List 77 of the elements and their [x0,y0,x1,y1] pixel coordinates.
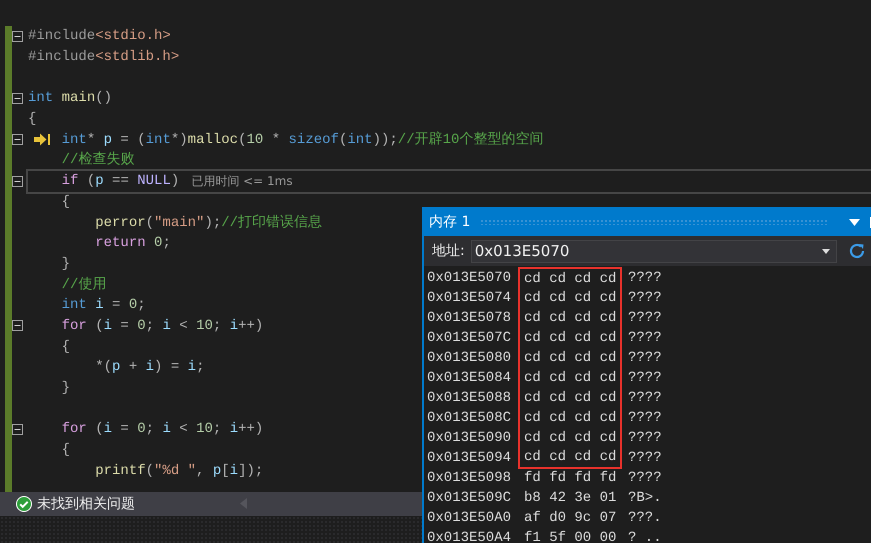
memory-bytes: cd cd cd cd [518,308,622,328]
code-line: return 0; [94,234,171,254]
memory-address: 0x013E5078 [426,310,512,326]
memory-bytes: cd cd cd cd [518,388,622,408]
memory-chars: ???? [628,350,662,366]
memory-chars: ???? [628,270,662,286]
memory-bytes: cd cd cd cd [518,288,622,308]
code-line: for (i = 0; i < 10; i++) [60,420,264,440]
memory-chars: ???? [628,390,662,406]
code-line: { [60,338,70,357]
code-line: for (i = 0; i < 10; i++) [60,316,264,336]
check-icon [16,496,32,512]
memory-address: 0x013E5074 [426,290,512,306]
code-line: } [60,254,70,274]
memory-address: 0x013E50A4 [426,530,512,543]
code-line: *(p + i) = i; [94,358,204,378]
memory-address: 0x013E5080 [426,350,512,366]
memory-bytes: f1 5f 00 00 [523,529,618,543]
perf-tip[interactable]: 已用时间 <= 1ms [191,172,293,190]
memory-chars: ???? [628,370,662,386]
code-line: int i = 0; [60,296,146,316]
code-line: perror("main");//打印错误信息 [94,214,322,233]
collapse-icon[interactable] [12,30,23,42]
memory-address: 0x013E50A0 [426,510,512,526]
code-line: { [60,192,70,212]
memory-bytes: cd cd cd cd [518,408,622,428]
window-title: 内存 1 [429,213,470,231]
memory-address: 0x013E5098 [426,470,512,486]
collapse-icon[interactable] [12,134,23,146]
code-line: int main() [28,89,112,108]
address-field[interactable]: 0x013E5070 [470,240,837,262]
collapse-icon[interactable] [12,424,23,435]
memory-address: 0x013E5094 [426,450,512,466]
memory-chars: ?B>. [628,490,662,506]
memory-bytes: b8 42 3e 01 [523,489,618,508]
memory-bytes: cd cd cd cd [518,348,622,368]
memory-chars: ???? [628,310,662,326]
memory-address: 0x013E508C [426,410,512,426]
memory-chars: ???? [628,330,662,346]
collapse-icon[interactable] [12,176,23,187]
memory-address: 0x013E5090 [426,430,512,446]
code-line: printf("%d ", p[i]); [94,462,264,481]
code-line: { [60,441,70,460]
memory-chars: ? .. [628,530,662,543]
code-line: #include<stdlib.h> [28,48,180,68]
memory-chars: ???? [628,470,662,486]
memory-bytes: fd fd fd fd [523,469,618,488]
memory-address: 0x013E5070 [426,270,512,286]
code-line: #include<stdio.h> [28,27,171,46]
memory-address: 0x013E507C [426,330,512,346]
memory-chars: ???? [628,410,662,426]
memory-bytes: cd cd cd cd [518,447,622,469]
refresh-icon[interactable] [848,242,866,260]
code-line: { [28,110,36,130]
memory-address: 0x013E5088 [426,390,512,406]
memory-chars: ???? [628,290,662,306]
address-label: 地址: [432,242,465,260]
memory-address: 0x013E5084 [426,370,512,386]
code-line: } [60,379,70,398]
dropdown-icon[interactable] [849,218,860,226]
memory-chars: ???. [628,510,662,526]
memory-address: 0x013E509C [426,490,512,506]
caret-icon[interactable] [822,248,830,254]
memory-bytes: af d0 9c 07 [523,509,618,528]
memory-chars: ???? [628,450,662,466]
status-message: 未找到相关问题 [37,494,135,512]
collapse-icon[interactable] [12,92,23,104]
memory-bytes: cd cd cd cd [518,267,622,289]
memory-bytes: cd cd cd cd [518,428,622,448]
memory-bytes: cd cd cd cd [518,368,622,388]
code-line: int* p = (int*)malloc(10 * sizeof(int));//开辟10个整型的空间 [60,130,544,150]
code-line: //使用 [60,276,106,295]
memory-chars: ???? [628,430,662,446]
memory-bytes: cd cd cd cd [518,328,622,348]
code-line: //检查失败 [60,150,134,170]
collapse-icon[interactable] [12,320,23,332]
code-line: if (p == NULL) [60,172,180,192]
